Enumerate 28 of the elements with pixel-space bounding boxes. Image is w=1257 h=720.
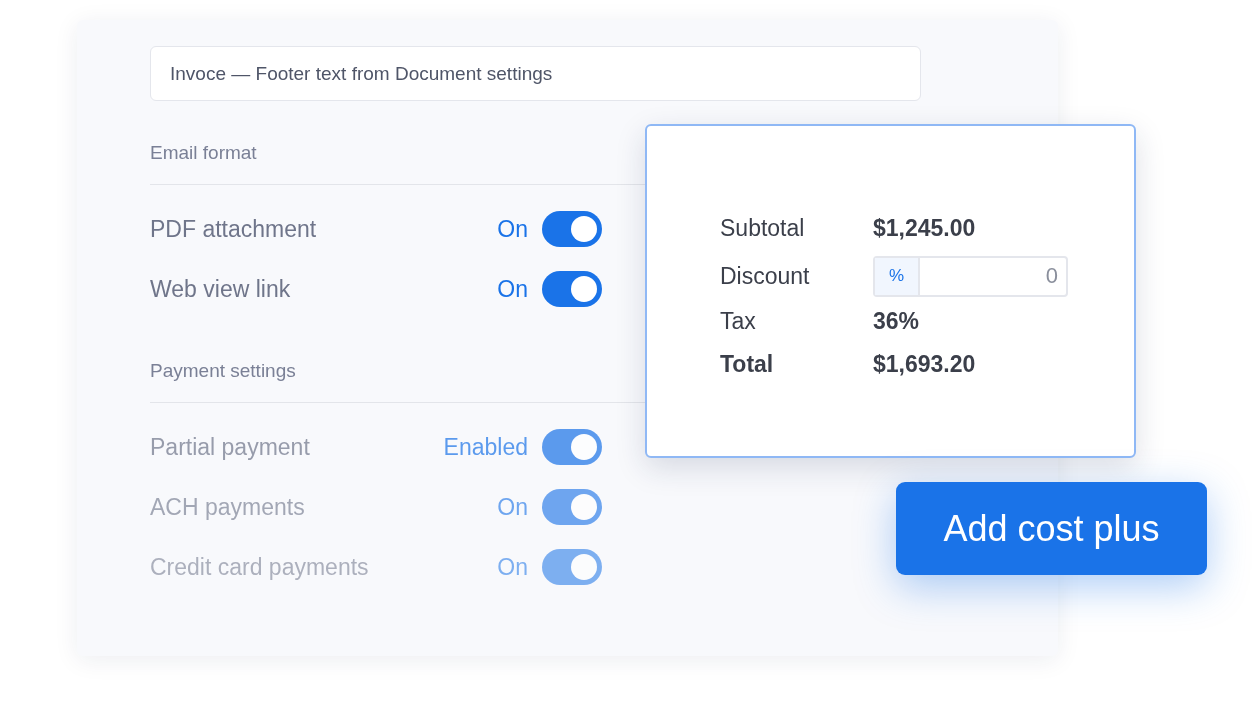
setting-label: PDF attachment [150, 215, 317, 243]
status-text: On [497, 553, 528, 581]
section-heading: Payment settings [150, 360, 296, 382]
section-heading: Email format [150, 142, 257, 164]
summary-label: Total [720, 351, 775, 378]
setting-label: Credit card payments [150, 553, 369, 581]
toggle-switch[interactable] [542, 549, 602, 585]
status-text: On [497, 275, 528, 303]
status-text: On [497, 215, 528, 243]
toggle-switch[interactable] [542, 489, 602, 525]
summary-label: Discount [720, 262, 811, 290]
summary-value: $1,245.00 [873, 214, 976, 242]
text-field[interactable]: Invoce — Footer text from Document settings [150, 46, 921, 101]
status-text: Enabled [443, 433, 528, 461]
toggle-switch[interactable] [542, 271, 602, 307]
summary-value: $1,693.20 [873, 351, 976, 378]
toggle-switch[interactable] [542, 211, 602, 247]
setting-label: ACH payments [150, 493, 305, 521]
summary-value: 36% [873, 308, 920, 335]
discount-field[interactable]: % 0 [873, 255, 1068, 297]
setting-label: Partial payment [150, 433, 310, 461]
summary-label: Tax [720, 308, 757, 335]
toggle-switch[interactable] [542, 429, 602, 465]
summary-label: Subtotal [720, 214, 806, 242]
status-text: On [497, 493, 528, 521]
setting-label: Web view link [150, 275, 291, 303]
add-cost-plus-button[interactable]: Add cost plus [896, 482, 1207, 575]
percent-toggle[interactable]: % [875, 257, 920, 295]
